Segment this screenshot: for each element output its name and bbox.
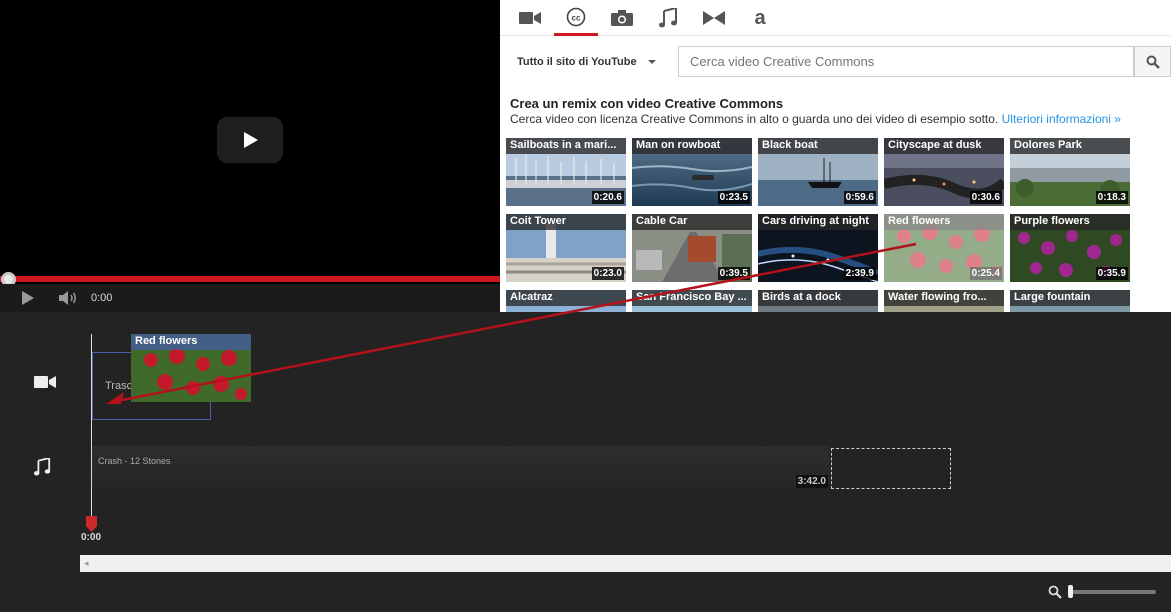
timeline-scrollbar[interactable]: ◂ (80, 555, 1171, 572)
video-thumbnail[interactable]: Black boat 0:59.6 (758, 138, 878, 206)
video-thumbnail[interactable]: Purple flowers 0:35.9 (1010, 214, 1130, 282)
tab-creative-commons[interactable]: cc (554, 0, 598, 36)
play-icon (244, 132, 258, 148)
video-title: Cars driving at night (758, 214, 878, 230)
chevron-down-icon (648, 60, 656, 64)
video-title: Dolores Park (1010, 138, 1130, 154)
svg-text:a: a (754, 9, 766, 27)
video-duration: 0:39.5 (717, 267, 750, 280)
zoom-search-icon (1048, 585, 1062, 604)
playhead-time: 0:00 (81, 532, 102, 543)
video-camera-icon (519, 12, 541, 24)
video-title: Large fountain (1010, 290, 1130, 306)
playhead-line (91, 334, 92, 520)
video-thumbnail[interactable]: Cable Car 0:39.5 (632, 214, 752, 282)
video-title: Coit Tower (506, 214, 626, 230)
audio-trim-handle[interactable] (831, 448, 951, 489)
cc-icon: cc (566, 7, 586, 26)
svg-text:cc: cc (572, 13, 581, 22)
video-duration: 0:20.6 (591, 191, 624, 204)
camera-icon (611, 10, 633, 26)
video-thumbnail[interactable]: Large fountain (1010, 290, 1130, 312)
scroll-left-arrow-icon[interactable]: ◂ (84, 558, 89, 569)
video-thumbnail[interactable]: Alcatraz (506, 290, 626, 312)
video-thumbnail[interactable]: Dolores Park 0:18.3 (1010, 138, 1130, 206)
zoom-slider-knob[interactable] (1068, 585, 1073, 598)
zoom-slider[interactable] (1070, 590, 1156, 594)
music-note-icon (659, 8, 677, 28)
search-icon (1146, 55, 1160, 69)
dragged-video-clip[interactable]: Red flowers (131, 334, 251, 402)
video-title: Sailboats in a mari... (506, 138, 626, 154)
video-player[interactable]: 0:00 (0, 0, 500, 312)
video-title: Purple flowers (1010, 214, 1130, 230)
video-duration: 0:23.0 (591, 267, 624, 280)
editor-root: 0:00 cc a Tutto il sito di YouTube Cerca… (0, 0, 1171, 612)
video-duration: 0:35.9 (1095, 267, 1128, 280)
section-description: Cerca video con licenza Creative Commons… (510, 112, 1121, 126)
audio-clip-title: Crash - 12 Stones (98, 456, 171, 466)
tab-text[interactable]: a (738, 0, 782, 36)
audio-clip-duration: 3:42.0 (795, 475, 828, 488)
play-icon (22, 291, 34, 305)
video-title: Birds at a dock (758, 290, 878, 306)
tab-transitions[interactable] (692, 0, 736, 36)
video-duration: 0:30.6 (969, 191, 1002, 204)
video-title: Cityscape at dusk (884, 138, 1004, 154)
music-note-icon (33, 456, 51, 481)
progress-bar[interactable] (0, 276, 500, 282)
video-title: Black boat (758, 138, 878, 154)
video-title: Alcatraz (506, 290, 626, 306)
video-thumbnail[interactable]: Cars driving at night 2:39.9 (758, 214, 878, 282)
learn-more-link[interactable]: Ulteriori informazioni » (1002, 112, 1121, 126)
video-duration: 0:25.4 (969, 267, 1002, 280)
video-thumbnail-dragged[interactable]: Red flowers 0:25.4 (884, 214, 1004, 282)
video-thumbnail[interactable]: Cityscape at dusk 0:30.6 (884, 138, 1004, 206)
video-title: Cable Car (632, 214, 752, 230)
clip-title: Red flowers (131, 334, 251, 350)
text-a-icon: a (754, 9, 766, 27)
media-panel: cc a Tutto il sito di YouTube Crea un re… (500, 0, 1171, 312)
description-text: Cerca video con licenza Creative Commons… (510, 112, 1002, 126)
video-duration: 0:59.6 (843, 191, 876, 204)
big-play-button[interactable] (217, 117, 283, 163)
video-duration: 0:23.5 (717, 191, 750, 204)
volume-button[interactable] (58, 291, 80, 310)
video-thumbnail[interactable]: Birds at a dock (758, 290, 878, 312)
video-thumbnail[interactable]: Man on rowboat 0:23.5 (632, 138, 752, 206)
search-input[interactable] (678, 46, 1134, 77)
current-time: 0:00 (91, 292, 113, 304)
video-thumbnail[interactable]: Sailboats in a mari... 0:20.6 (506, 138, 626, 206)
search-scope-label: Tutto il sito di YouTube (517, 56, 637, 68)
video-thumbnail[interactable]: Coit Tower 0:23.0 (506, 214, 626, 282)
video-title: Man on rowboat (632, 138, 752, 154)
volume-icon (59, 291, 76, 305)
search-button[interactable] (1134, 46, 1171, 77)
player-controls: 0:00 (0, 284, 500, 312)
section-heading: Crea un remix con video Creative Commons (510, 96, 784, 111)
video-title: San Francisco Bay ... (632, 290, 752, 306)
tab-video[interactable] (508, 0, 552, 36)
timeline: Trascin Red flowers Crash - 12 Stones 3:… (0, 312, 1171, 612)
tab-audio[interactable] (646, 0, 690, 36)
video-title: Red flowers (884, 214, 1004, 230)
video-camera-icon (34, 375, 56, 394)
search-scope-dropdown[interactable]: Tutto il sito di YouTube (508, 48, 666, 76)
play-button[interactable] (20, 291, 36, 310)
audio-clip[interactable]: Crash - 12 Stones 3:42.0 (92, 446, 830, 488)
video-duration: 0:18.3 (1095, 191, 1128, 204)
video-title: Water flowing fro... (884, 290, 1004, 306)
video-thumbnail[interactable]: Water flowing fro... (884, 290, 1004, 312)
video-thumbnail[interactable]: San Francisco Bay ... (632, 290, 752, 312)
bowtie-transition-icon (703, 11, 725, 25)
media-tabs: cc a (500, 0, 1171, 36)
tab-photos[interactable] (600, 0, 644, 36)
video-duration: 2:39.9 (843, 267, 876, 280)
